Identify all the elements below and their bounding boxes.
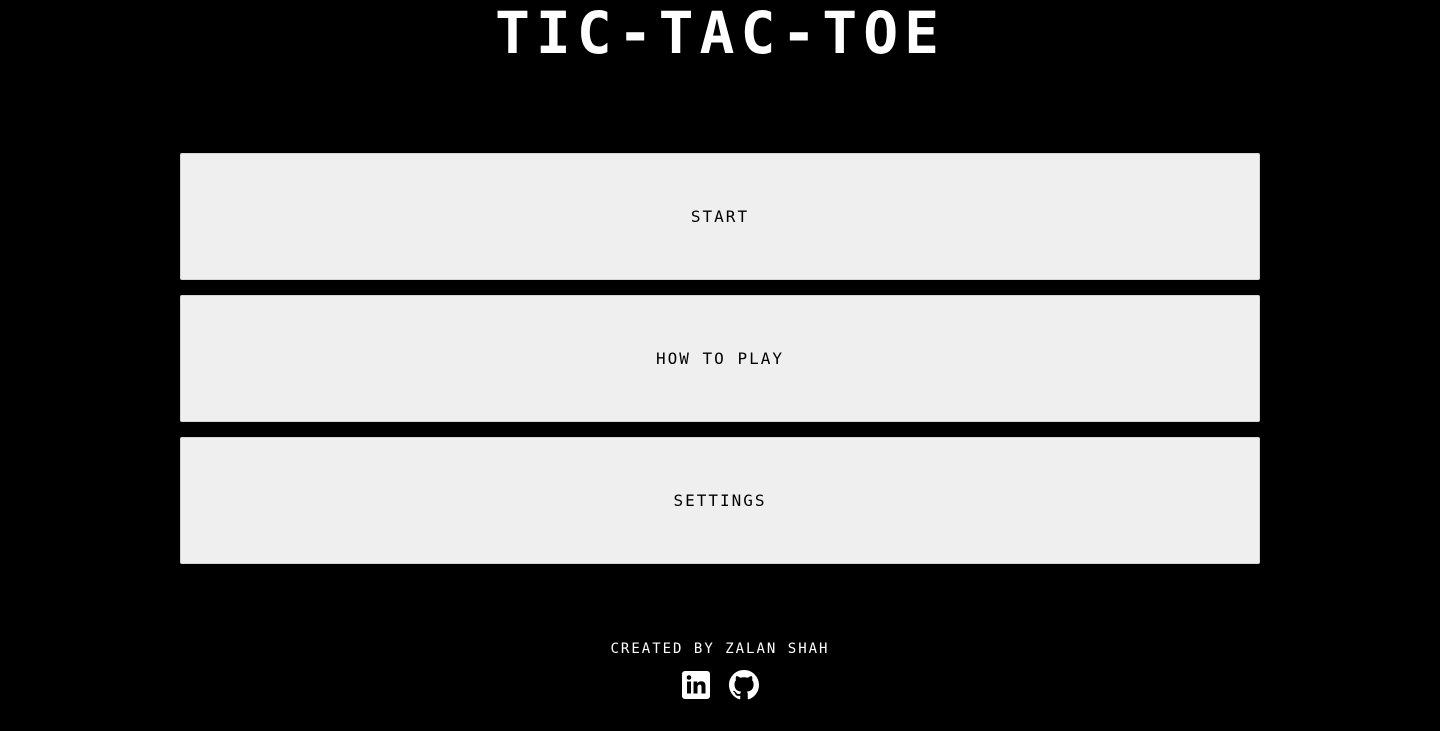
linkedin-icon (681, 670, 711, 700)
settings-button[interactable]: SETTINGS (180, 437, 1260, 564)
how-to-play-button[interactable]: HOW TO PLAY (180, 295, 1260, 422)
github-icon (729, 670, 759, 700)
github-link[interactable] (729, 670, 759, 700)
main-menu: START HOW TO PLAY SETTINGS (180, 153, 1260, 579)
main-menu-page: TIC-TAC-TOE START HOW TO PLAY SETTINGS C… (0, 0, 1440, 731)
social-links (0, 670, 1440, 700)
page-title: TIC-TAC-TOE (494, 0, 946, 67)
credit-text: CREATED BY ZALAN SHAH (610, 641, 830, 657)
footer: CREATED BY ZALAN SHAH (0, 638, 1440, 700)
start-button[interactable]: START (180, 153, 1260, 280)
linkedin-link[interactable] (681, 670, 711, 700)
